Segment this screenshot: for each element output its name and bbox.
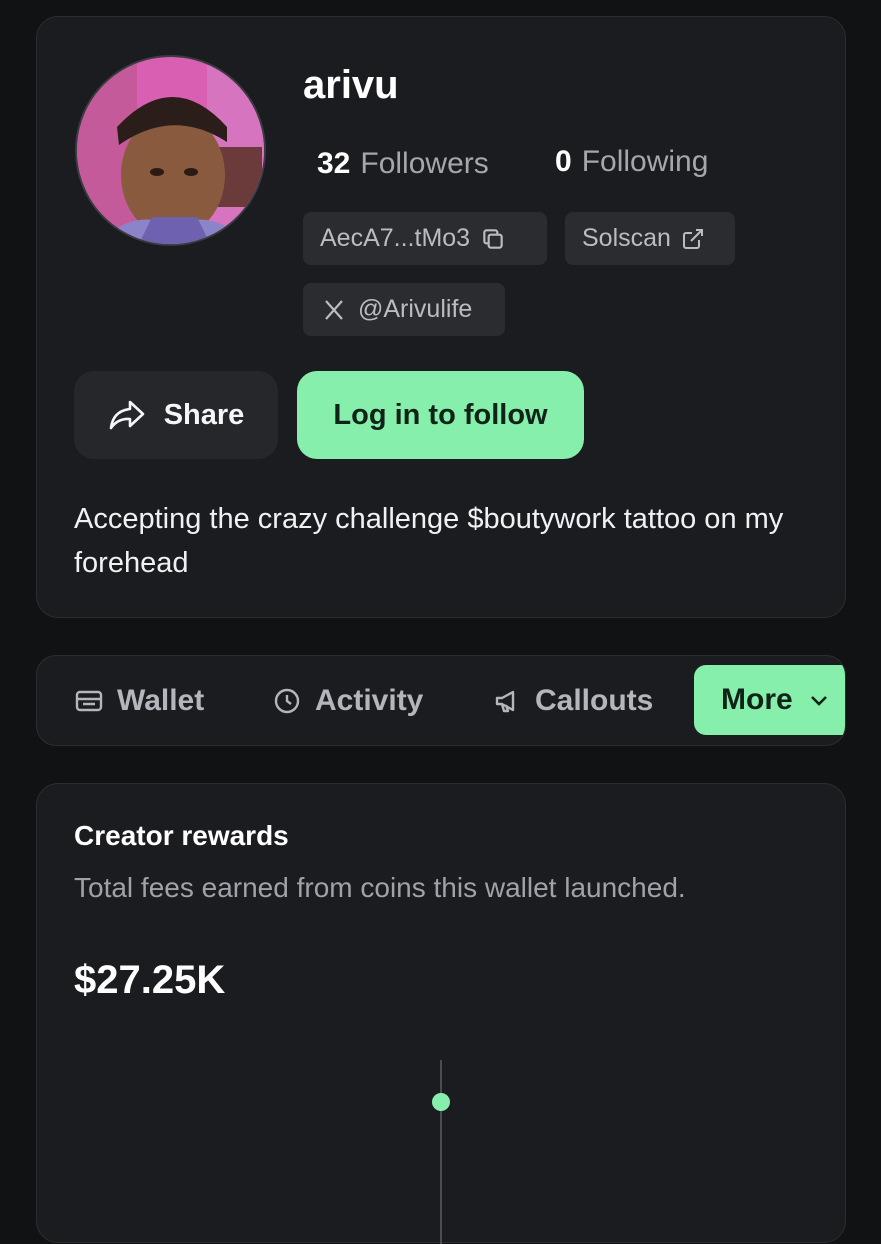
following-count: 0 [555,145,572,178]
share-label: Share [163,398,245,431]
avatar [75,55,266,246]
clock-icon [274,688,300,713]
followers-stat[interactable]: 32 Followers [317,147,489,181]
tab-callouts-label: Callouts [535,683,654,717]
external-link-icon [682,228,703,249]
tab-wallet-label: Wallet [117,683,205,717]
x-handle: @Arivulife [358,295,473,323]
profile-tabs: Wallet Activity Callouts More [36,655,846,746]
username: arivu [303,63,399,107]
followers-count: 32 [317,147,351,180]
rewards-amount: $27.25K [74,958,226,1002]
x-logo-icon [325,299,343,320]
x-profile-link[interactable]: @Arivulife [303,283,505,336]
rewards-title: Creator rewards [74,820,289,851]
tab-activity[interactable]: Activity [273,656,423,745]
copy-icon[interactable] [480,226,506,252]
solscan-label: Solscan [582,224,671,252]
login-to-follow-button[interactable]: Log in to follow [297,371,584,459]
share-button[interactable]: Share [74,371,278,459]
megaphone-icon [495,690,515,712]
profile-card: arivu 32 Followers 0 Following AecA7...tMo… [36,16,846,618]
tab-callouts[interactable]: Callouts [493,656,653,745]
wallet-address-chip[interactable]: AecA7...tMo3 [303,212,547,265]
avatar-image [77,57,264,244]
tab-more-label: More [721,683,793,716]
share-icon [109,400,144,430]
creator-rewards-card: Creator rewards Total fees earned from c… [36,783,846,1244]
wallet-icon [75,690,103,711]
tab-wallet[interactable]: Wallet [75,656,204,745]
profile-bio: Accepting the crazy challenge $boutywork… [74,503,784,579]
tab-activity-label: Activity [315,683,424,717]
followers-label: Followers [360,147,489,180]
chart-point[interactable] [432,1093,450,1111]
tab-more-dropdown[interactable]: More [694,665,845,735]
wallet-address: AecA7...tMo3 [320,224,471,252]
follow-label: Log in to follow [333,398,548,431]
rewards-chart [432,1060,450,1244]
solscan-link[interactable]: Solscan [565,212,735,265]
chevron-down-icon [810,696,827,706]
following-label: Following [581,145,709,178]
rewards-subtitle: Total fees earned from coins this wallet… [74,872,686,903]
following-stat[interactable]: 0 Following [555,145,708,179]
